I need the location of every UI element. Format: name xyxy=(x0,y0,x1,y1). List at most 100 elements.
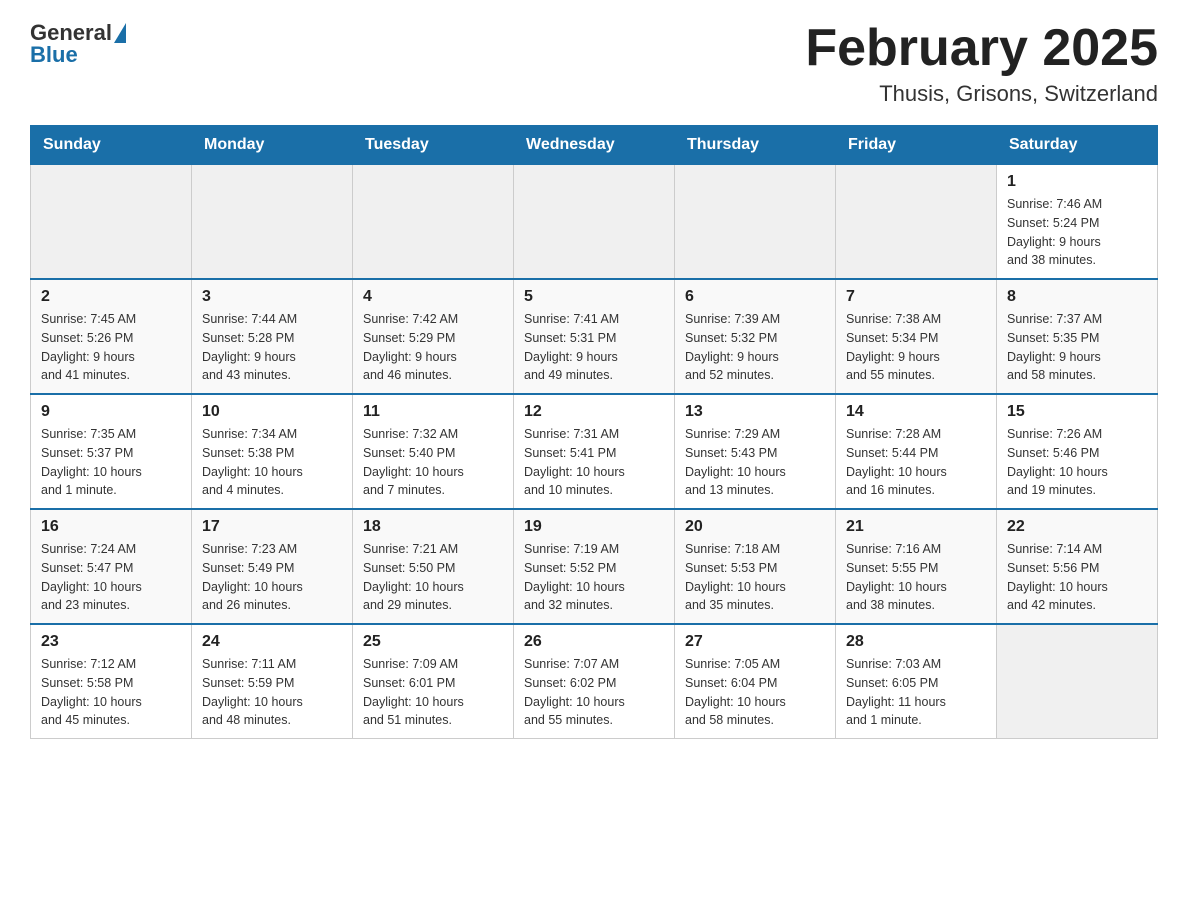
day-number: 13 xyxy=(685,403,825,421)
calendar-week-1: 1Sunrise: 7:46 AM Sunset: 5:24 PM Daylig… xyxy=(31,165,1158,280)
calendar-week-4: 16Sunrise: 7:24 AM Sunset: 5:47 PM Dayli… xyxy=(31,509,1158,624)
calendar-cell: 28 Sunrise: 7:03 AM Sunset: 6:05 PM Dayli… xyxy=(836,624,997,739)
calendar-cell: 15 Sunrise: 7:26 AM Sunset: 5:46 PM Dayli… xyxy=(997,394,1158,509)
day-info: Sunrise: 7:37 AM Sunset: 5:35 PM Dayligh… xyxy=(1007,310,1147,385)
calendar-cell: 14 Sunrise: 7:28 AM Sunset: 5:44 PM Dayli… xyxy=(836,394,997,509)
calendar-cell: 4 Sunrise: 7:42 AM Sunset: 5:29 PM Daylig… xyxy=(353,279,514,394)
calendar-cell: 9 Sunrise: 7:35 AM Sunset: 5:37 PM Daylig… xyxy=(31,394,192,509)
day-number: 20 xyxy=(685,518,825,536)
calendar-cell: 24Sunrise: 7:11 AM Sunset: 5:59 PM Dayli… xyxy=(192,624,353,739)
day-info: Sunrise: 7:19 AM Sunset: 5:52 PM Dayligh… xyxy=(524,540,664,615)
day-number: 18 xyxy=(363,518,503,536)
title-block: February 2025 Thusis, Grisons, Switzerla… xyxy=(805,20,1158,107)
day-info: Sunrise: 7:44 AM Sunset: 5:28 PM Dayligh… xyxy=(202,310,342,385)
day-info: Sunrise: 7:09 AM Sunset: 6:01 PM Dayligh… xyxy=(363,655,503,730)
calendar-header: SundayMondayTuesdayWednesdayThursdayFrid… xyxy=(31,126,1158,165)
day-info: Sunrise: 7:29 AM Sunset: 5:43 PM Dayligh… xyxy=(685,425,825,500)
day-number: 5 xyxy=(524,288,664,306)
calendar-cell: 5 Sunrise: 7:41 AM Sunset: 5:31 PM Daylig… xyxy=(514,279,675,394)
day-number: 3 xyxy=(202,288,342,306)
calendar-cell: 23 Sunrise: 7:12 AM Sunset: 5:58 PM Dayli… xyxy=(31,624,192,739)
page-header: General Blue February 2025 Thusis, Griso… xyxy=(30,20,1158,107)
day-number: 9 xyxy=(41,403,181,421)
day-number: 12 xyxy=(524,403,664,421)
calendar-week-3: 9 Sunrise: 7:35 AM Sunset: 5:37 PM Daylig… xyxy=(31,394,1158,509)
calendar-week-5: 23 Sunrise: 7:12 AM Sunset: 5:58 PM Dayli… xyxy=(31,624,1158,739)
calendar-table: SundayMondayTuesdayWednesdayThursdayFrid… xyxy=(30,125,1158,739)
day-info: Sunrise: 7:07 AM Sunset: 6:02 PM Dayligh… xyxy=(524,655,664,730)
day-of-week-thursday: Thursday xyxy=(675,126,836,165)
calendar-cell: 7Sunrise: 7:38 AM Sunset: 5:34 PM Daylig… xyxy=(836,279,997,394)
calendar-cell: 19Sunrise: 7:19 AM Sunset: 5:52 PM Dayli… xyxy=(514,509,675,624)
calendar-cell: 17 Sunrise: 7:23 AM Sunset: 5:49 PM Dayli… xyxy=(192,509,353,624)
calendar-cell xyxy=(31,165,192,280)
day-info: Sunrise: 7:26 AM Sunset: 5:46 PM Dayligh… xyxy=(1007,425,1147,500)
calendar-cell: 20 Sunrise: 7:18 AM Sunset: 5:53 PM Dayli… xyxy=(675,509,836,624)
day-number: 28 xyxy=(846,633,986,651)
days-of-week-row: SundayMondayTuesdayWednesdayThursdayFrid… xyxy=(31,126,1158,165)
day-number: 14 xyxy=(846,403,986,421)
calendar-cell: 1Sunrise: 7:46 AM Sunset: 5:24 PM Daylig… xyxy=(997,165,1158,280)
calendar-body: 1Sunrise: 7:46 AM Sunset: 5:24 PM Daylig… xyxy=(31,165,1158,739)
logo: General Blue xyxy=(30,20,126,68)
day-number: 21 xyxy=(846,518,986,536)
calendar-cell: 16Sunrise: 7:24 AM Sunset: 5:47 PM Dayli… xyxy=(31,509,192,624)
calendar-cell: 6Sunrise: 7:39 AM Sunset: 5:32 PM Daylig… xyxy=(675,279,836,394)
day-of-week-wednesday: Wednesday xyxy=(514,126,675,165)
day-number: 27 xyxy=(685,633,825,651)
logo-text-blue: Blue xyxy=(30,42,126,68)
calendar-cell: 13 Sunrise: 7:29 AM Sunset: 5:43 PM Dayli… xyxy=(675,394,836,509)
day-info: Sunrise: 7:42 AM Sunset: 5:29 PM Dayligh… xyxy=(363,310,503,385)
page-title: February 2025 xyxy=(805,20,1158,77)
day-info: Sunrise: 7:16 AM Sunset: 5:55 PM Dayligh… xyxy=(846,540,986,615)
calendar-cell: 25 Sunrise: 7:09 AM Sunset: 6:01 PM Dayli… xyxy=(353,624,514,739)
day-of-week-tuesday: Tuesday xyxy=(353,126,514,165)
day-info: Sunrise: 7:18 AM Sunset: 5:53 PM Dayligh… xyxy=(685,540,825,615)
day-number: 2 xyxy=(41,288,181,306)
day-number: 1 xyxy=(1007,173,1147,191)
calendar-cell: 27 Sunrise: 7:05 AM Sunset: 6:04 PM Dayli… xyxy=(675,624,836,739)
day-info: Sunrise: 7:41 AM Sunset: 5:31 PM Dayligh… xyxy=(524,310,664,385)
day-info: Sunrise: 7:32 AM Sunset: 5:40 PM Dayligh… xyxy=(363,425,503,500)
calendar-cell xyxy=(192,165,353,280)
day-of-week-saturday: Saturday xyxy=(997,126,1158,165)
day-number: 24 xyxy=(202,633,342,651)
calendar-cell xyxy=(997,624,1158,739)
calendar-cell: 22Sunrise: 7:14 AM Sunset: 5:56 PM Dayli… xyxy=(997,509,1158,624)
day-of-week-friday: Friday xyxy=(836,126,997,165)
calendar-cell xyxy=(514,165,675,280)
day-of-week-monday: Monday xyxy=(192,126,353,165)
day-info: Sunrise: 7:34 AM Sunset: 5:38 PM Dayligh… xyxy=(202,425,342,500)
day-info: Sunrise: 7:23 AM Sunset: 5:49 PM Dayligh… xyxy=(202,540,342,615)
day-number: 17 xyxy=(202,518,342,536)
day-info: Sunrise: 7:45 AM Sunset: 5:26 PM Dayligh… xyxy=(41,310,181,385)
calendar-cell: 3 Sunrise: 7:44 AM Sunset: 5:28 PM Daylig… xyxy=(192,279,353,394)
day-number: 16 xyxy=(41,518,181,536)
day-number: 7 xyxy=(846,288,986,306)
calendar-cell: 18 Sunrise: 7:21 AM Sunset: 5:50 PM Dayli… xyxy=(353,509,514,624)
calendar-cell: 26Sunrise: 7:07 AM Sunset: 6:02 PM Dayli… xyxy=(514,624,675,739)
day-number: 6 xyxy=(685,288,825,306)
calendar-cell xyxy=(675,165,836,280)
day-info: Sunrise: 7:31 AM Sunset: 5:41 PM Dayligh… xyxy=(524,425,664,500)
day-info: Sunrise: 7:28 AM Sunset: 5:44 PM Dayligh… xyxy=(846,425,986,500)
day-number: 15 xyxy=(1007,403,1147,421)
day-number: 4 xyxy=(363,288,503,306)
logo-triangle-icon xyxy=(114,23,126,43)
calendar-cell: 8Sunrise: 7:37 AM Sunset: 5:35 PM Daylig… xyxy=(997,279,1158,394)
day-info: Sunrise: 7:03 AM Sunset: 6:05 PM Dayligh… xyxy=(846,655,986,730)
calendar-cell: 12 Sunrise: 7:31 AM Sunset: 5:41 PM Dayli… xyxy=(514,394,675,509)
calendar-cell: 10Sunrise: 7:34 AM Sunset: 5:38 PM Dayli… xyxy=(192,394,353,509)
calendar-cell: 2 Sunrise: 7:45 AM Sunset: 5:26 PM Daylig… xyxy=(31,279,192,394)
day-number: 22 xyxy=(1007,518,1147,536)
day-info: Sunrise: 7:35 AM Sunset: 5:37 PM Dayligh… xyxy=(41,425,181,500)
day-info: Sunrise: 7:21 AM Sunset: 5:50 PM Dayligh… xyxy=(363,540,503,615)
day-info: Sunrise: 7:05 AM Sunset: 6:04 PM Dayligh… xyxy=(685,655,825,730)
day-info: Sunrise: 7:12 AM Sunset: 5:58 PM Dayligh… xyxy=(41,655,181,730)
calendar-cell: 11Sunrise: 7:32 AM Sunset: 5:40 PM Dayli… xyxy=(353,394,514,509)
calendar-cell xyxy=(836,165,997,280)
day-number: 23 xyxy=(41,633,181,651)
calendar-cell: 21 Sunrise: 7:16 AM Sunset: 5:55 PM Dayli… xyxy=(836,509,997,624)
calendar-cell xyxy=(353,165,514,280)
day-number: 25 xyxy=(363,633,503,651)
